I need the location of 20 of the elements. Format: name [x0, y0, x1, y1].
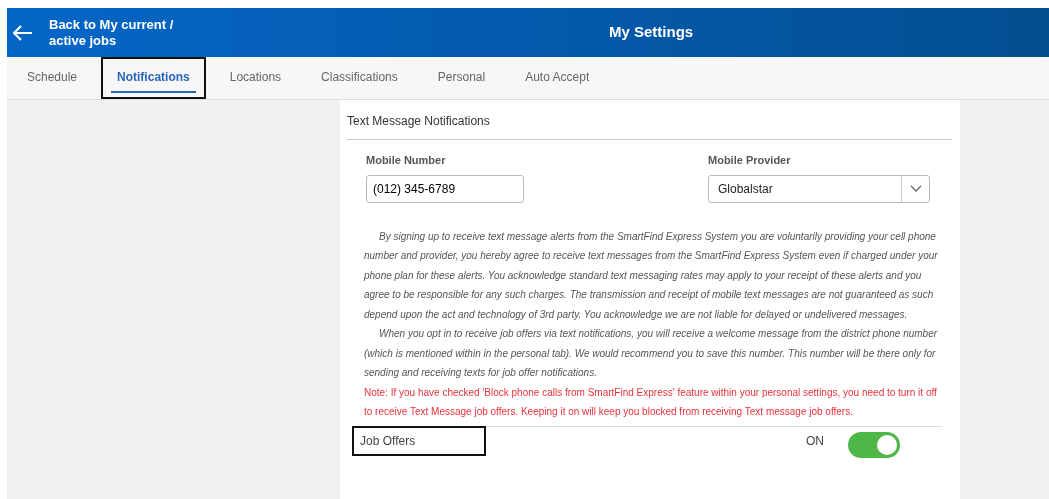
- toggle-switch[interactable]: [848, 432, 900, 458]
- tab[interactable]: Locations: [213, 57, 298, 99]
- tab[interactable]: Personal: [421, 57, 502, 99]
- tab[interactable]: Auto Accept: [509, 57, 606, 99]
- field-label: Mobile Number: [366, 153, 447, 168]
- section-title: Text Message Notifications: [347, 112, 952, 140]
- disclaimer-paragraph: By signing up to receive text message alerts from the SmartFind Express System you are voluntarily providing your cell phone number and provider, you hereby agree to receive text messages from the SmartFind Express System even if charged under your phone plan for these alerts. You acknowledge standard text messaging rates may apply to your receipt of these alerts and you agree to be responsible for any such charges. The transmission and receipt of mobile text messages are not guaranteed as such depend upon the act and technology of 3rd party. You acknowledge we are not liable for delayed or undelivered messages.: [364, 229, 939, 322]
- field-label: Mobile Provider: [708, 153, 792, 168]
- provider-dropdown[interactable]: Globalstar: [708, 174, 930, 203]
- chevron-down-icon: [909, 184, 922, 193]
- tab[interactable]: Schedule: [11, 57, 94, 99]
- back-button[interactable]: Back to My current / active jobs: [7, 16, 347, 49]
- toggle-state-label: ON: [806, 433, 824, 450]
- mobile-number-field[interactable]: (012) 345-6789: [366, 174, 524, 203]
- tab[interactable]: Classifications: [305, 57, 414, 99]
- disclaimer-paragraph: When you opt in to receive job offers via text notifications, you will receive a welcome message from the district phone number (which is mentioned within in the personal tab). We would recommend you to save this number. This number will be there only for sending and receiving texts for job offer notifications.: [364, 327, 939, 380]
- warning-note: Note: If you have checked 'Block phone calls from SmartFind Express' feature within your personal settings, you need to turn it off to receive Text Message job offers. Keeping it on will keep you blocked from receiving Text message job offers.: [364, 385, 938, 419]
- setting-label: Job Offers: [354, 428, 484, 454]
- back-arrow-icon: [13, 24, 33, 41]
- page-title: My Settings: [609, 22, 694, 43]
